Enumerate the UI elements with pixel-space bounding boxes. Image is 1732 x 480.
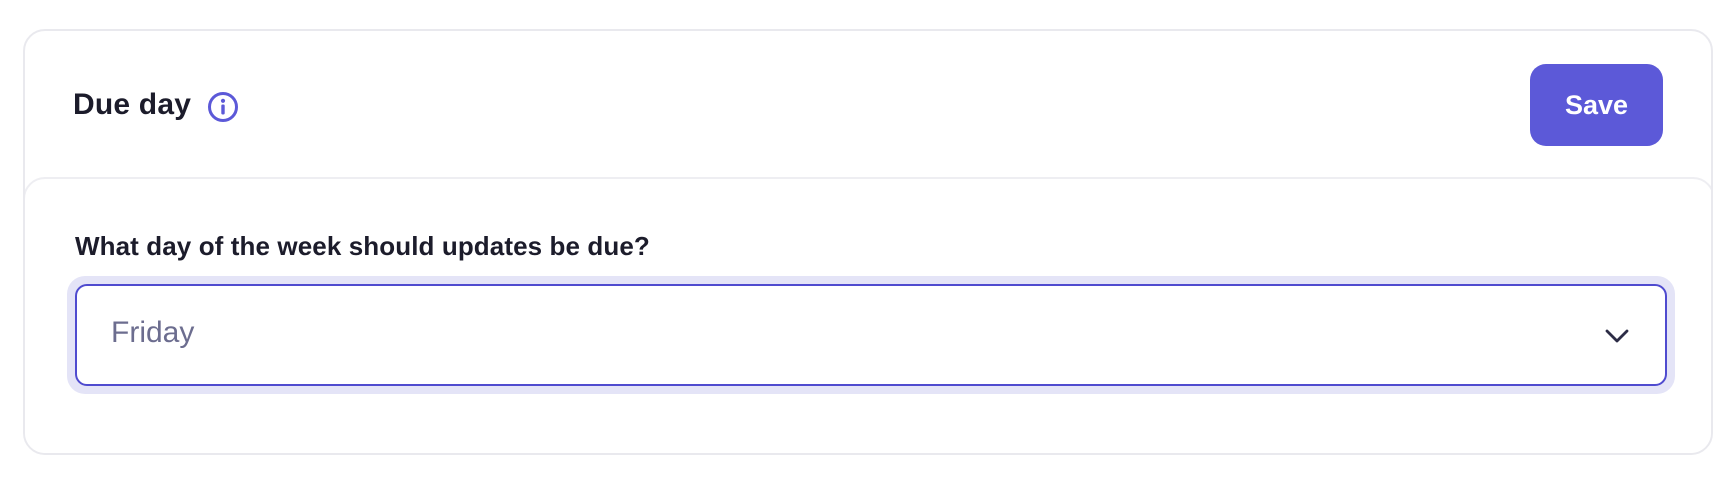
card-header: Due day Save <box>25 31 1711 179</box>
selected-day-value: Friday <box>111 316 195 349</box>
save-button[interactable]: Save <box>1530 64 1663 146</box>
due-day-card: Due day Save What day of the week should… <box>23 29 1713 455</box>
due-day-question-label: What day of the week should updates be d… <box>75 231 650 261</box>
section-title: Due day <box>73 88 192 121</box>
info-icon[interactable] <box>207 91 239 123</box>
title-group: Due day <box>73 87 239 123</box>
due-day-select[interactable]: Friday <box>75 284 1667 386</box>
card-body: What day of the week should updates be d… <box>25 177 1711 453</box>
chevron-down-icon[interactable] <box>1603 322 1631 350</box>
